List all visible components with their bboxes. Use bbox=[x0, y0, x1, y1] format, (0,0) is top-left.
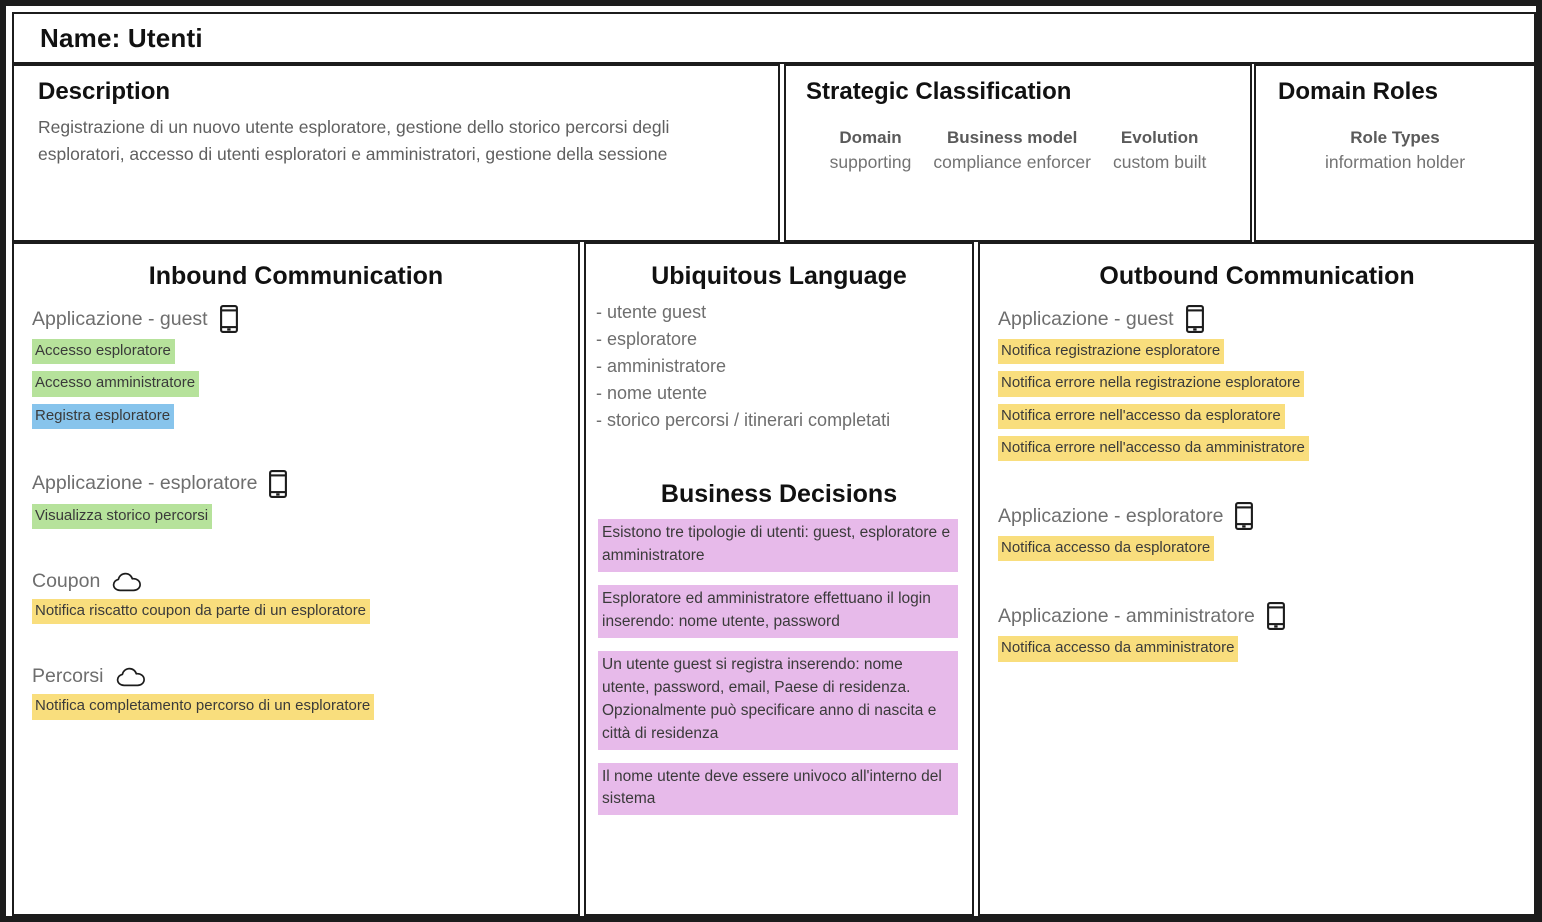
communication-group-header: Applicazione - esploratore bbox=[998, 502, 1516, 530]
business-decision-item[interactable]: Il nome utente deve essere univoco all'i… bbox=[598, 762, 958, 816]
ubiquitous-language-column: Ubiquitous Language - utente guest - espl… bbox=[584, 242, 974, 916]
communication-group-label: Percorsi bbox=[32, 665, 104, 688]
ubiquitous-language-term: - utente guest bbox=[596, 302, 707, 322]
communication-group-header: Applicazione - guest bbox=[998, 305, 1516, 333]
message-chip[interactable]: Notifica accesso da esploratore bbox=[998, 536, 1215, 562]
mobile-icon bbox=[1185, 305, 1204, 333]
cloud-icon bbox=[116, 666, 146, 688]
message-row: Notifica accesso da esploratore bbox=[998, 536, 1516, 568]
communication-group-label: Applicazione - guest bbox=[998, 307, 1174, 330]
domain-roles-body: Role Types information holder bbox=[1256, 106, 1534, 173]
communication-group: Coupon Notifica riscatto coupon da parte … bbox=[32, 570, 560, 631]
mobile-icon bbox=[219, 305, 238, 333]
message-chip[interactable]: Accesso amministratore bbox=[32, 371, 200, 397]
inbound-heading: Inbound Communication bbox=[148, 262, 444, 290]
description-heading: Description bbox=[38, 78, 171, 105]
strategic-column-domain: Domain supporting bbox=[830, 128, 912, 173]
strategic-key-evolution: Evolution bbox=[1120, 128, 1199, 147]
message-row: Notifica completamento percorso di un es… bbox=[32, 694, 560, 726]
communication-group-label: Applicazione - guest bbox=[32, 307, 208, 330]
mobile-icon bbox=[1235, 502, 1254, 530]
communication-group: Applicazione - guest Notifica registrazio… bbox=[998, 305, 1516, 468]
mobile-icon bbox=[269, 469, 288, 498]
cloud-icon bbox=[112, 571, 142, 593]
message-chip[interactable]: Notifica accesso da amministratore bbox=[998, 636, 1239, 662]
message-row: Notifica errore nella registrazione espl… bbox=[998, 371, 1516, 403]
business-decisions-heading: Business Decisions bbox=[660, 480, 898, 508]
domain-roles-heading: Domain Roles bbox=[1278, 78, 1439, 105]
business-decision-item[interactable]: Esistono tre tipologie di utenti: guest,… bbox=[598, 519, 958, 572]
strategic-classification-cell: Strategic Classification Domain supporti… bbox=[784, 64, 1252, 242]
message-row: Notifica errore nell'accesso da esplorat… bbox=[998, 403, 1516, 436]
strategic-value-domain: supporting bbox=[829, 152, 912, 172]
message-chip[interactable]: Visualizza storico percorsi bbox=[32, 503, 213, 529]
message-row: Notifica accesso da amministratore bbox=[998, 636, 1516, 668]
description-text: Registrazione di un nuovo utente esplora… bbox=[38, 117, 670, 165]
message-row: Notifica errore nell'accesso da amminist… bbox=[998, 435, 1516, 468]
communication-group-label: Coupon bbox=[32, 570, 101, 592]
business-decisions-list: Esistono tre tipologie di utenti: guest,… bbox=[586, 509, 972, 816]
inbound-groups: Applicazione - guest Accesso esploratore A… bbox=[14, 291, 578, 727]
communication-group-header: Applicazione - guest bbox=[32, 305, 560, 333]
communication-group-label: Applicazione - amministratore bbox=[998, 604, 1255, 627]
message-chip[interactable]: Notifica errore nella registrazione espl… bbox=[998, 371, 1305, 397]
summary-row: Description Registrazione di un nuovo ut… bbox=[12, 64, 1536, 242]
outbound-heading: Outbound Communication bbox=[1099, 262, 1415, 290]
ubiquitous-language-term: - storico percorsi / itinerari completat… bbox=[596, 410, 891, 430]
mobile-icon bbox=[1266, 602, 1285, 631]
description-cell: Description Registrazione di un nuovo ut… bbox=[12, 64, 780, 242]
outbound-communication-column: Outbound Communication Applicazione - gu… bbox=[978, 242, 1536, 916]
page-title: Name: Utenti bbox=[40, 22, 203, 53]
message-chip[interactable]: Accesso esploratore bbox=[32, 339, 175, 365]
communication-group-label: Applicazione - esploratore bbox=[32, 472, 258, 495]
bounded-context-canvas: Name: Utenti Description Registrazione d… bbox=[0, 0, 1542, 922]
outbound-groups: Applicazione - guest Notifica registrazio… bbox=[980, 291, 1534, 669]
ubiquitous-language-term: - amministratore bbox=[596, 356, 727, 376]
strategic-value-evolution: custom built bbox=[1112, 152, 1207, 172]
communication-row: Inbound Communication Applicazione - gue… bbox=[12, 242, 1536, 916]
message-chip[interactable]: Notifica errore nell'accesso da esplorat… bbox=[998, 403, 1285, 429]
strategic-key-domain: Domain bbox=[839, 128, 902, 147]
message-row: Accesso amministratore bbox=[32, 371, 560, 403]
message-chip[interactable]: Notifica registrazione esploratore bbox=[998, 339, 1225, 365]
communication-group: Applicazione - esploratore Notifica acces… bbox=[998, 502, 1516, 568]
name-cell: Name: Utenti bbox=[12, 12, 1536, 64]
strategic-classification-heading: Strategic Classification bbox=[806, 78, 1072, 105]
strategic-column-evolution: Evolution custom built bbox=[1113, 128, 1206, 173]
role-types-key: Role Types bbox=[1350, 128, 1440, 147]
message-row: Visualizza storico percorsi bbox=[32, 503, 560, 536]
message-chip[interactable]: Notifica completamento percorso di un es… bbox=[32, 694, 375, 720]
ubiquitous-language-terms: - utente guest - esploratore - amministrat… bbox=[586, 291, 972, 434]
ubiquitous-language-term: - nome utente bbox=[596, 383, 708, 403]
message-chip[interactable]: Registra esploratore bbox=[32, 403, 175, 429]
business-decision-item[interactable]: Esploratore ed amministratore effettuano… bbox=[598, 584, 958, 638]
message-chip[interactable]: Notifica riscatto coupon da parte di un … bbox=[32, 599, 371, 625]
communication-group: Percorsi Notifica completamento percorso … bbox=[32, 665, 560, 726]
message-row: Registra esploratore bbox=[32, 403, 560, 436]
strategic-value-business-model: compliance enforcer bbox=[933, 152, 1091, 172]
ubiquitous-language-heading: Ubiquitous Language bbox=[651, 262, 907, 290]
communication-group-header: Percorsi bbox=[32, 665, 560, 688]
message-row: Notifica riscatto coupon da parte di un … bbox=[32, 599, 560, 631]
message-row: Accesso esploratore bbox=[32, 339, 560, 371]
business-decision-item[interactable]: Un utente guest si registra inserendo: n… bbox=[598, 650, 958, 750]
communication-group: Applicazione - esploratore Visualizza sto… bbox=[32, 469, 560, 536]
communication-group: Applicazione - guest Accesso esploratore A… bbox=[32, 305, 560, 436]
communication-group: Applicazione - amministratore Notifica ac… bbox=[998, 602, 1516, 668]
communication-group-header: Applicazione - esploratore bbox=[32, 469, 560, 498]
domain-roles-cell: Domain Roles Role Types information hold… bbox=[1254, 64, 1536, 242]
strategic-column-business-model: Business model compliance enforcer bbox=[933, 128, 1091, 173]
communication-group-header: Coupon bbox=[32, 570, 560, 593]
role-types-value: information holder bbox=[1324, 152, 1466, 172]
communication-group-header: Applicazione - amministratore bbox=[998, 602, 1516, 631]
inbound-communication-column: Inbound Communication Applicazione - gue… bbox=[12, 242, 580, 916]
ubiquitous-language-term: - esploratore bbox=[596, 329, 698, 349]
communication-group-label: Applicazione - esploratore bbox=[998, 504, 1224, 527]
strategic-classification-columns: Domain supporting Business model complia… bbox=[786, 106, 1250, 173]
strategic-key-business-model: Business model bbox=[946, 128, 1078, 147]
message-row: Notifica registrazione esploratore bbox=[998, 339, 1516, 371]
message-chip[interactable]: Notifica errore nell'accesso da amminist… bbox=[998, 435, 1309, 461]
